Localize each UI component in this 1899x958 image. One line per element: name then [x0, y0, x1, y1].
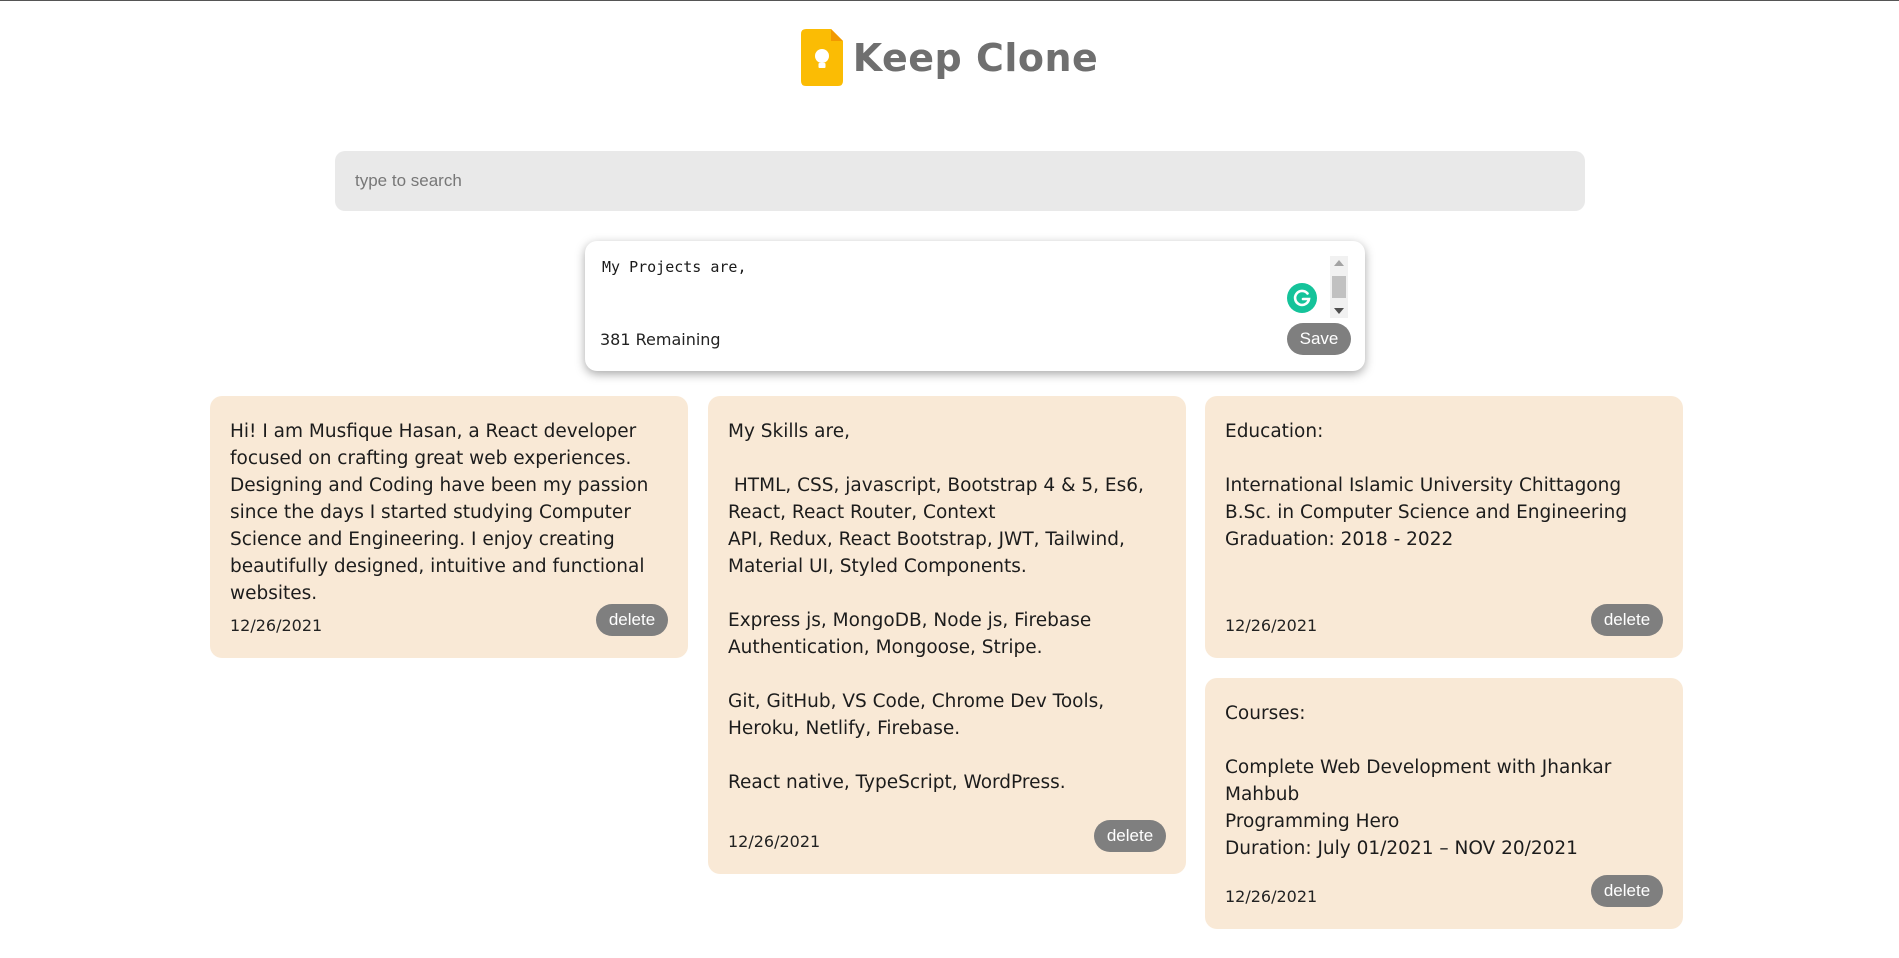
- note-date: 12/26/2021: [1225, 887, 1318, 906]
- note-card: Education: International Islamic Univers…: [1205, 396, 1683, 658]
- scroll-down-arrow-icon[interactable]: [1334, 308, 1344, 314]
- note-card: Hi! I am Musfique Hasan, a React develop…: [210, 396, 688, 658]
- note-text: Education: International Islamic Univers…: [1225, 421, 1628, 550]
- scroll-up-arrow-icon[interactable]: [1334, 260, 1344, 266]
- delete-button[interactable]: delete: [596, 604, 668, 636]
- search-input[interactable]: [335, 151, 1585, 211]
- save-button[interactable]: Save: [1287, 323, 1351, 355]
- note-card: My Skills are, HTML, CSS, javascript, Bo…: [708, 396, 1186, 874]
- app-header: Keep Clone: [0, 29, 1899, 86]
- note-date: 12/26/2021: [230, 616, 323, 635]
- app-title: Keep Clone: [852, 35, 1099, 80]
- delete-button[interactable]: delete: [1094, 820, 1166, 852]
- note-text: My Skills are, HTML, CSS, javascript, Bo…: [728, 421, 1144, 793]
- note-date: 12/26/2021: [1225, 616, 1318, 635]
- grammarly-icon[interactable]: [1287, 283, 1317, 313]
- composer-scrollbar[interactable]: [1330, 256, 1348, 318]
- delete-button[interactable]: delete: [1591, 875, 1663, 907]
- note-text: Courses: Complete Web Development with J…: [1225, 703, 1612, 859]
- keep-bulb-icon: [800, 29, 843, 86]
- note-card: Courses: Complete Web Development with J…: [1205, 678, 1683, 929]
- delete-button[interactable]: delete: [1591, 604, 1663, 636]
- note-date: 12/26/2021: [728, 832, 821, 851]
- characters-remaining: 381 Remaining: [600, 330, 721, 349]
- note-input[interactable]: My Projects are,: [602, 258, 1292, 328]
- note-text: Hi! I am Musfique Hasan, a React develop…: [230, 421, 655, 604]
- scroll-thumb[interactable]: [1332, 276, 1346, 298]
- note-composer: My Projects are, 381 Remaining Save: [585, 241, 1365, 371]
